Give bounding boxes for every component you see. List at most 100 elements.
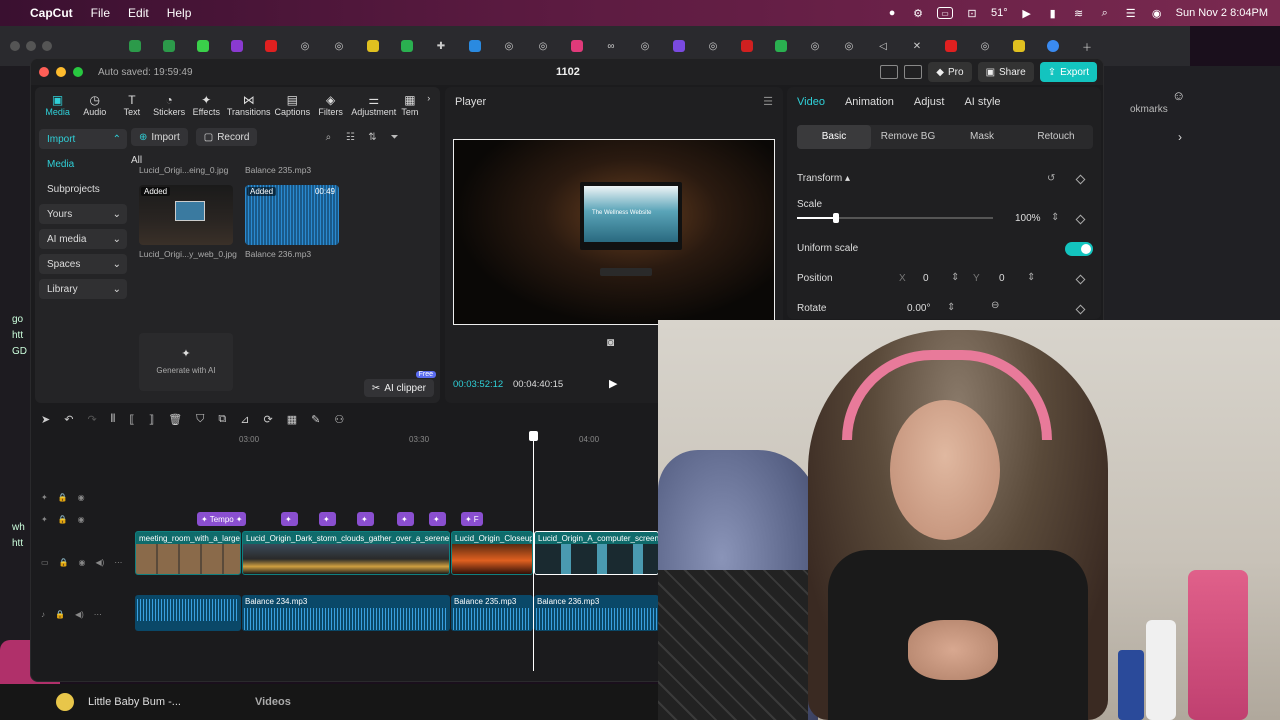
now-playing-text[interactable]: Little Baby Bum -... bbox=[88, 696, 181, 708]
capture-icon[interactable]: ⊡ bbox=[965, 6, 979, 20]
video-clip[interactable]: Lucid_Origin_Closeup bbox=[451, 531, 533, 575]
browser-tab[interactable]: ◎ bbox=[288, 33, 322, 59]
lock-icon[interactable]: 🔒 bbox=[59, 558, 69, 567]
lock-icon[interactable]: 🔒 bbox=[58, 515, 68, 524]
subtab-remove-bg[interactable]: Remove BG bbox=[871, 125, 945, 149]
import-button[interactable]: ⊕ Import bbox=[131, 128, 188, 146]
magic-icon[interactable]: ✎ bbox=[311, 413, 320, 426]
audio-clip[interactable] bbox=[135, 595, 241, 631]
shield-icon[interactable]: ⛉ bbox=[196, 413, 204, 426]
effect-clip[interactable]: ✦ bbox=[429, 512, 446, 526]
browser-tab[interactable] bbox=[1002, 33, 1036, 59]
keyframe-icon[interactable] bbox=[1075, 214, 1086, 225]
browser-tab[interactable]: ◎ bbox=[798, 33, 832, 59]
chevron-right-icon[interactable]: › bbox=[423, 89, 433, 119]
select-tool-icon[interactable]: ➤ bbox=[41, 413, 50, 426]
keyframe-icon[interactable] bbox=[1075, 174, 1086, 185]
record-icon[interactable]: ● bbox=[885, 6, 899, 20]
browser-tab[interactable]: ◎ bbox=[968, 33, 1002, 59]
menu-help[interactable]: Help bbox=[167, 6, 192, 20]
tab-filters[interactable]: ◈ Filters bbox=[314, 89, 347, 119]
browser-tab[interactable]: ◎ bbox=[832, 33, 866, 59]
stepper-icon[interactable]: ⇕ bbox=[1027, 272, 1035, 283]
effect-clip[interactable]: ✦ bbox=[357, 512, 374, 526]
sidebar-item-yours[interactable]: Yours ⌄ bbox=[39, 204, 127, 224]
transform-heading[interactable]: Transform ▴ bbox=[797, 173, 850, 184]
subtab-mask[interactable]: Mask bbox=[945, 125, 1019, 149]
video-clip[interactable]: meeting_room_with_a_large_wi bbox=[135, 531, 241, 575]
menu-icon[interactable]: ☰ bbox=[763, 95, 773, 108]
weather-readout[interactable]: 51° bbox=[991, 7, 1008, 19]
keyframe-icon[interactable] bbox=[1075, 304, 1086, 315]
browser-tab[interactable] bbox=[662, 33, 696, 59]
pos-x-input[interactable]: 0 bbox=[923, 273, 929, 284]
pro-button[interactable]: ◆ Pro bbox=[928, 62, 972, 82]
crop-icon[interactable]: ⧉ bbox=[218, 413, 226, 426]
rotate-input[interactable]: 0.00° bbox=[907, 303, 930, 314]
browser-tab[interactable]: ◎ bbox=[696, 33, 730, 59]
browser-tab[interactable]: ◎ bbox=[322, 33, 356, 59]
stepper-icon[interactable]: ⇕ bbox=[1051, 212, 1059, 223]
browser-max-dot[interactable] bbox=[42, 41, 52, 51]
grid-view-icon[interactable]: ☷ bbox=[343, 132, 357, 143]
filter-icon[interactable]: ⏷ bbox=[387, 132, 401, 143]
effect-clip[interactable]: ✦ bbox=[281, 512, 298, 526]
channel-avatar[interactable] bbox=[56, 693, 74, 711]
profile-icon[interactable]: ☺ bbox=[1172, 88, 1185, 103]
effect-clip[interactable]: ✦ bbox=[319, 512, 336, 526]
scale-slider[interactable] bbox=[797, 213, 993, 223]
browser-tab[interactable] bbox=[1036, 33, 1070, 59]
sidebar-item-import[interactable]: Import ⌃ bbox=[39, 129, 127, 149]
chevron-right-icon[interactable]: › bbox=[1178, 130, 1182, 144]
maximize-window-button[interactable] bbox=[73, 67, 83, 77]
rotate-icon[interactable]: ⟳ bbox=[263, 413, 272, 426]
ai-clipper-button[interactable]: ✂ AI clipper Free bbox=[363, 371, 436, 397]
video-clip[interactable]: Lucid_Origin_Dark_storm_clouds_gather_ov… bbox=[242, 531, 450, 575]
share-button[interactable]: ▣ Share bbox=[977, 62, 1034, 82]
browser-tab[interactable] bbox=[390, 33, 424, 59]
undo-icon[interactable]: ↶ bbox=[64, 413, 73, 426]
sidebar-item-media[interactable]: Media bbox=[39, 154, 127, 174]
sidebar-item-library[interactable]: Library ⌄ bbox=[39, 279, 127, 299]
timeline[interactable]: 03:00 03:30 04:00 ✦ 🔒 ◉ ✦ 🔒 ◉ ▭ 🔒 ◉ ◀) ⋯ ♪ 🔒 ◀) ⋯ ✦… bbox=[35, 431, 659, 679]
stepper-icon[interactable]: ⇕ bbox=[947, 302, 955, 313]
playhead[interactable] bbox=[529, 431, 538, 671]
tab-transitions[interactable]: ⋈ Transitions bbox=[227, 89, 271, 119]
tab-effects[interactable]: ✦ Effects bbox=[190, 89, 223, 119]
player-viewport[interactable]: The Wellness Website bbox=[453, 139, 775, 325]
battery-icon[interactable]: ▮ bbox=[1046, 6, 1060, 20]
camera-icon[interactable]: ◙ bbox=[607, 335, 614, 349]
video-clip-selected[interactable]: Lucid_Origin_A_computer_screen_c bbox=[534, 531, 659, 575]
minimize-window-button[interactable] bbox=[56, 67, 66, 77]
browser-tab[interactable] bbox=[560, 33, 594, 59]
browser-tab[interactable]: ◎ bbox=[526, 33, 560, 59]
audio-clip[interactable]: Balance 234.mp3 bbox=[242, 595, 450, 631]
tab-templates[interactable]: ▦ Tem bbox=[400, 89, 419, 119]
person-cutout-icon[interactable]: ⚇ bbox=[334, 413, 344, 426]
layout-icon[interactable] bbox=[880, 65, 899, 79]
redo-icon[interactable]: ↷ bbox=[87, 413, 96, 426]
shortcuts-icon[interactable] bbox=[904, 65, 923, 79]
chrome-icon[interactable]: ◉ bbox=[1150, 6, 1164, 20]
browser-tab[interactable] bbox=[186, 33, 220, 59]
menubar-app-name[interactable]: CapCut bbox=[30, 6, 73, 20]
scale-value[interactable]: 100% bbox=[1015, 213, 1041, 224]
tab-video[interactable]: Video bbox=[797, 96, 825, 108]
eye-icon[interactable]: ◉ bbox=[78, 515, 85, 524]
browser-tab[interactable] bbox=[254, 33, 288, 59]
delete-icon[interactable]: 🗑 bbox=[168, 413, 182, 426]
media-asset[interactable]: Added Lucid_Origi...y_web_0.jpg bbox=[139, 185, 237, 259]
lock-icon[interactable]: 🔒 bbox=[55, 610, 65, 619]
tab-ai-style[interactable]: AI style bbox=[964, 96, 1000, 108]
subtab-basic[interactable]: Basic bbox=[797, 125, 871, 149]
browser-tab[interactable]: ◎ bbox=[628, 33, 662, 59]
menubar-datetime[interactable]: Sun Nov 2 8:04PM bbox=[1176, 7, 1268, 19]
sidebar-item-subprojects[interactable]: Subprojects bbox=[39, 179, 127, 199]
eye-icon[interactable]: ◉ bbox=[78, 493, 85, 502]
browser-close-dot[interactable] bbox=[10, 41, 20, 51]
lock-icon[interactable]: 🔒 bbox=[58, 493, 68, 502]
tab-stickers[interactable]: ◔ Stickers bbox=[153, 89, 186, 119]
new-tab-icon[interactable]: ＋ bbox=[1070, 33, 1104, 59]
wifi-icon[interactable]: ≋ bbox=[1072, 6, 1086, 20]
uniform-scale-toggle[interactable] bbox=[1065, 242, 1093, 256]
